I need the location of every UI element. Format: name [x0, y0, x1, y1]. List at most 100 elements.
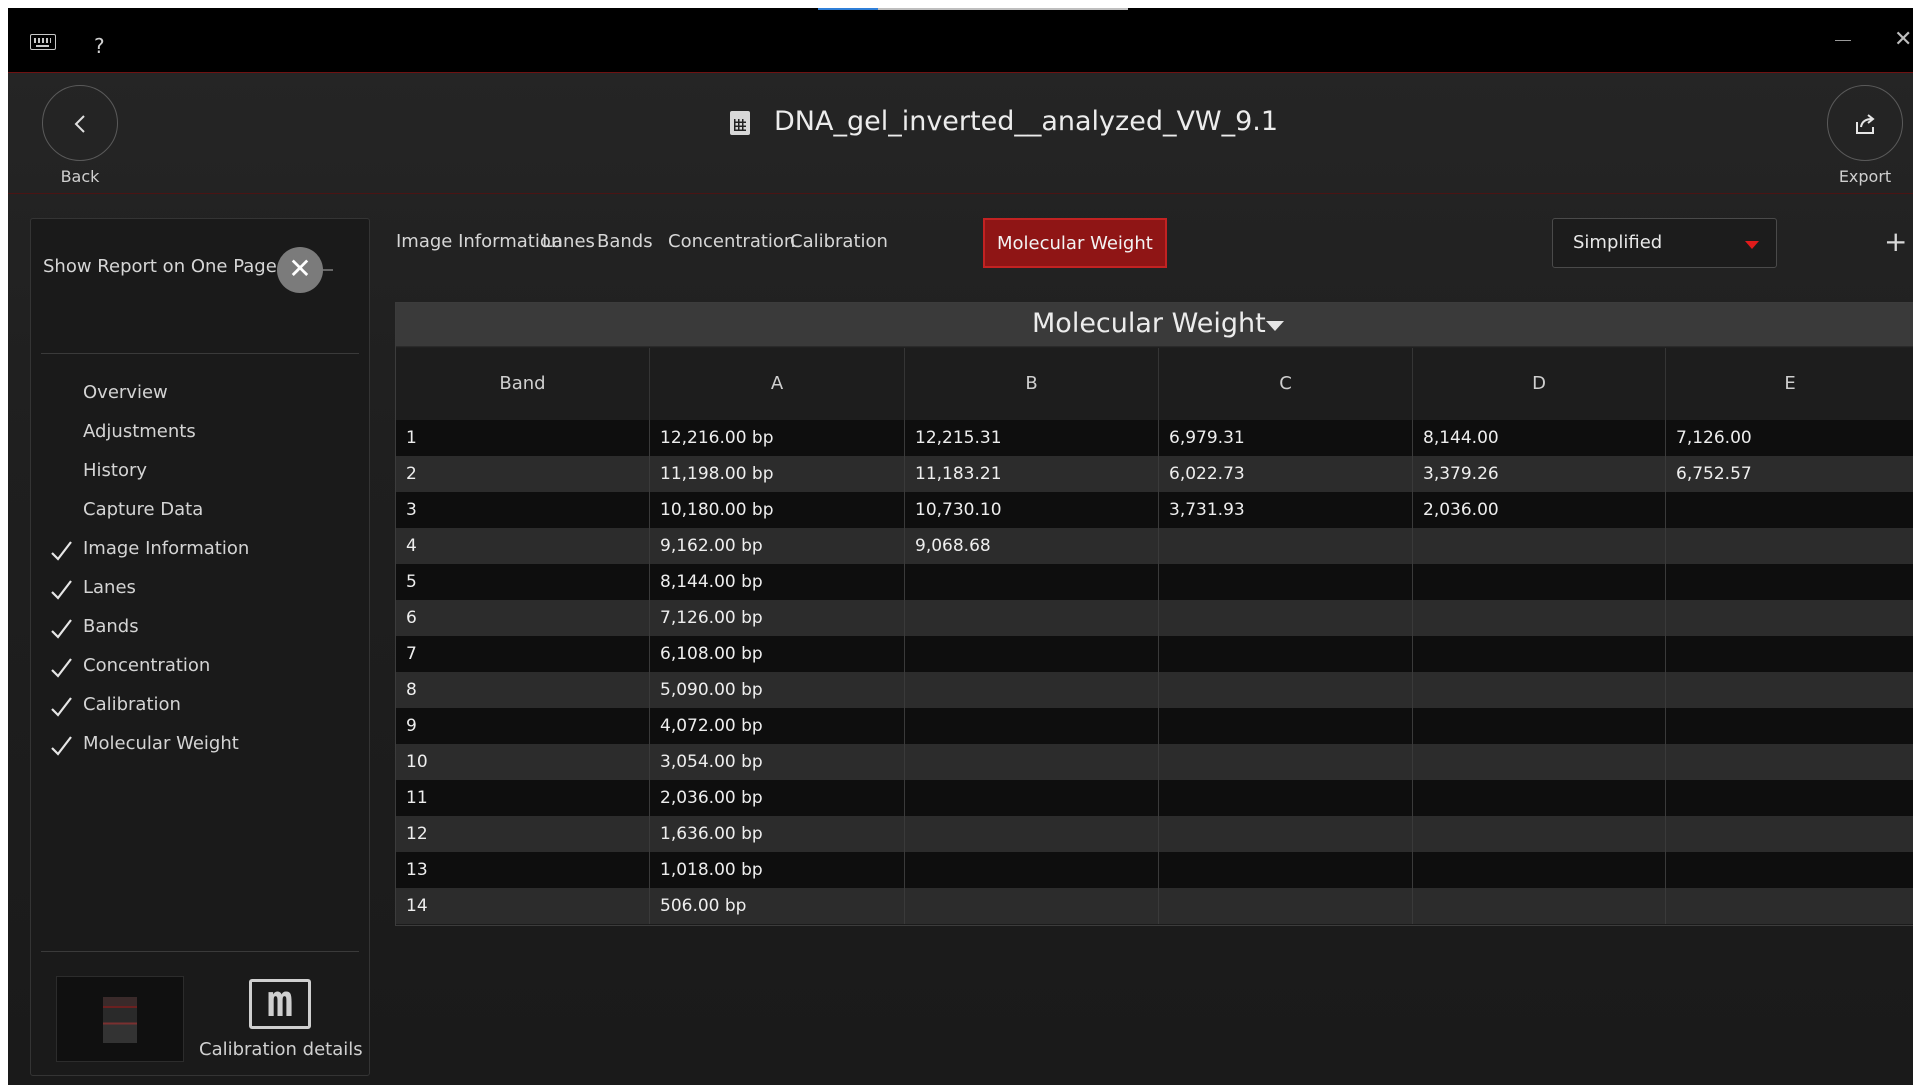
sidebar-item-label: Image Information	[83, 538, 250, 559]
divider	[41, 353, 359, 354]
gel-image-thumbnail[interactable]	[56, 976, 184, 1062]
mw-cell-b	[904, 852, 1158, 888]
mw-cell-e	[1665, 816, 1913, 852]
table-row[interactable]: 8 5,090.00 bp	[396, 672, 1913, 708]
table-row[interactable]: 6 7,126.00 bp	[396, 600, 1913, 636]
mw-cell-e: 6,752.57	[1665, 456, 1913, 492]
sidebar-item-label: Bands	[83, 616, 139, 637]
close-window-icon[interactable]: ✕	[1894, 29, 1912, 51]
mw-cell-e	[1665, 852, 1913, 888]
sidebar-item-history[interactable]: History	[31, 452, 371, 492]
mw-cell-e	[1665, 492, 1913, 528]
sidebar-item-label: Molecular Weight	[83, 733, 239, 754]
mw-cell-c: 6,022.73	[1158, 456, 1412, 492]
column-header-c[interactable]: C	[1158, 348, 1412, 420]
table-row[interactable]: 7 6,108.00 bp	[396, 636, 1913, 672]
table-row[interactable]: 12 1,636.00 bp	[396, 816, 1913, 852]
tab-calibration[interactable]: Calibration	[778, 218, 900, 268]
mw-cell-c	[1158, 852, 1412, 888]
mw-cell-c	[1158, 636, 1412, 672]
page-header: Back DNA_gel_inverted__analyzed_VW_9.1 E…	[8, 74, 1913, 194]
spreadsheet-icon	[730, 111, 750, 135]
calibration-details-label[interactable]: Calibration details	[199, 1039, 363, 1060]
mw-cell-a: 2,036.00 bp	[649, 780, 904, 816]
mw-cell-a: 1,636.00 bp	[649, 816, 904, 852]
band-number-cell: 6	[406, 608, 417, 628]
back-label: Back	[60, 167, 100, 186]
back-button[interactable]	[42, 85, 118, 161]
sidebar-item-image-information[interactable]: Image Information	[31, 530, 371, 570]
mw-cell-e	[1665, 672, 1913, 708]
column-header-a[interactable]: A	[649, 348, 904, 420]
keyboard-icon[interactable]	[30, 34, 56, 50]
table-row[interactable]: 10 3,054.00 bp	[396, 744, 1913, 780]
mw-cell-d	[1412, 636, 1665, 672]
table-row[interactable]: 1 12,216.00 bp 12,215.31 6,979.31 8,144.00 7,…	[396, 420, 1913, 456]
mw-cell-d: 3,379.26	[1412, 456, 1665, 492]
sidebar-item-concentration[interactable]: Concentration	[31, 647, 371, 687]
table-row[interactable]: 2 11,198.00 bp 11,183.21 6,022.73 3,379.26 6,…	[396, 456, 1913, 492]
report-mode-dropdown[interactable]: Simplified	[1552, 218, 1777, 268]
help-icon[interactable]: ?	[94, 36, 105, 56]
table-dropdown-arrow-icon[interactable]	[1266, 321, 1284, 331]
mw-cell-c: 6,979.31	[1158, 420, 1412, 456]
mw-cell-a: 506.00 bp	[649, 888, 904, 924]
column-header-e[interactable]: E	[1665, 348, 1913, 420]
mw-cell-e	[1665, 744, 1913, 780]
table-row[interactable]: 5 8,144.00 bp	[396, 564, 1913, 600]
column-header-d[interactable]: D	[1412, 348, 1665, 420]
mw-cell-c	[1158, 564, 1412, 600]
sidebar-item-calibration[interactable]: Calibration	[31, 686, 371, 726]
table-title-bar[interactable]: Molecular Weight	[396, 303, 1913, 347]
sidebar-item-overview[interactable]: Overview	[31, 374, 371, 414]
sidebar-item-bands[interactable]: Bands	[31, 608, 371, 648]
report-sections-sidebar: Show Report on One Page ✕ Overview Adjust…	[30, 218, 370, 1076]
export-button[interactable]	[1827, 85, 1903, 161]
sidebar-item-capture-data[interactable]: Capture Data	[31, 491, 371, 531]
mw-cell-e: 7,126.00	[1665, 420, 1913, 456]
sidebar-item-molecular-weight[interactable]: Molecular Weight	[31, 725, 371, 765]
mw-cell-d: 2,036.00	[1412, 492, 1665, 528]
table-row[interactable]: 3 10,180.00 bp 10,730.10 3,731.93 2,036.00	[396, 492, 1913, 528]
mw-cell-b: 12,215.31	[904, 420, 1158, 456]
close-icon: ✕	[277, 247, 323, 293]
export-label: Export	[1838, 167, 1892, 186]
add-icon[interactable]: +	[1884, 228, 1907, 256]
sidebar-item-label: Adjustments	[83, 421, 196, 442]
table-row[interactable]: 14 506.00 bp	[396, 888, 1913, 924]
sidebar-item-label: History	[83, 460, 148, 481]
mw-cell-c	[1158, 708, 1412, 744]
checkmark-icon	[51, 541, 72, 561]
sidebar-item-label: Overview	[83, 382, 168, 403]
mw-cell-d	[1412, 852, 1665, 888]
loading-progress-bar	[818, 8, 1128, 10]
sidebar-item-adjustments[interactable]: Adjustments	[31, 413, 371, 453]
mw-cell-e	[1665, 708, 1913, 744]
mw-cell-c	[1158, 744, 1412, 780]
table-row[interactable]: 9 4,072.00 bp	[396, 708, 1913, 744]
column-header-band[interactable]: Band	[396, 348, 649, 420]
sidebar-item-label: Concentration	[83, 655, 211, 676]
column-header-b[interactable]: B	[904, 348, 1158, 420]
checkmark-icon	[51, 619, 72, 639]
table-row[interactable]: 13 1,018.00 bp	[396, 852, 1913, 888]
chevron-left-icon	[74, 115, 85, 133]
mw-cell-b	[904, 816, 1158, 852]
mw-cell-c	[1158, 600, 1412, 636]
table-row[interactable]: 4 9,162.00 bp 9,068.68	[396, 528, 1913, 564]
checkmark-icon	[51, 580, 72, 600]
minimize-icon[interactable]	[1835, 40, 1851, 41]
show-one-page-toggle[interactable]: ✕	[277, 247, 333, 293]
calibration-m-icon[interactable]: m	[249, 979, 311, 1029]
band-number-cell: 2	[406, 464, 417, 484]
mw-cell-e	[1665, 564, 1913, 600]
mw-cell-a: 6,108.00 bp	[649, 636, 904, 672]
tab-bands[interactable]: Bands	[585, 218, 665, 268]
band-number-cell: 13	[406, 860, 428, 880]
sidebar-item-lanes[interactable]: Lanes	[31, 569, 371, 609]
table-row[interactable]: 11 2,036.00 bp	[396, 780, 1913, 816]
mw-cell-b: 11,183.21	[904, 456, 1158, 492]
mw-cell-d	[1412, 672, 1665, 708]
mw-cell-a: 8,144.00 bp	[649, 564, 904, 600]
tab-molecular-weight[interactable]: Molecular Weight	[983, 218, 1167, 268]
